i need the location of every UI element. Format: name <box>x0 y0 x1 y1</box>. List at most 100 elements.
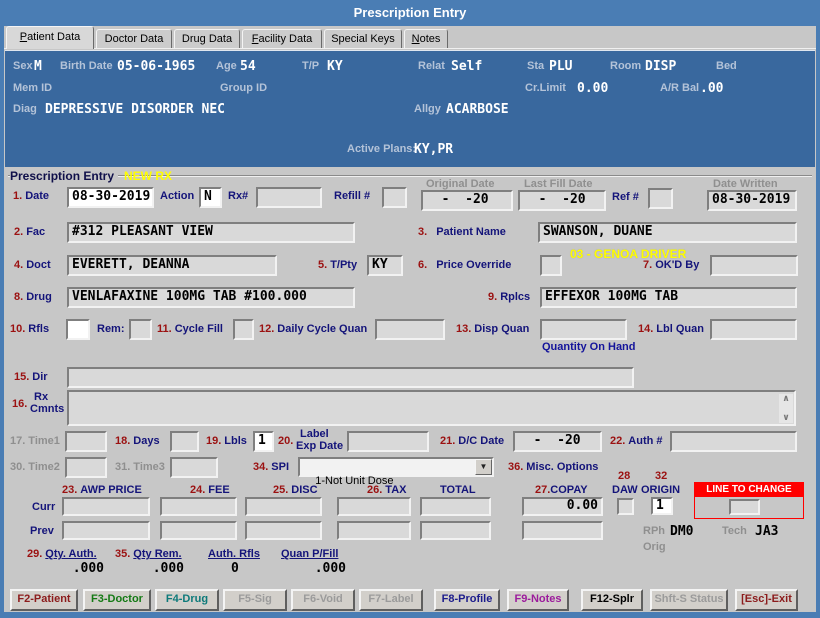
refill-label: Refill # <box>334 190 370 202</box>
ref-field[interactable] <box>648 188 673 209</box>
label-exp-date-line2: Exp Date <box>296 440 343 452</box>
disp-quan-field[interactable] <box>540 319 627 340</box>
mem-id-label: Mem ID <box>13 82 52 94</box>
drug-field[interactable]: VENLAFAXINE 100MG TAB #100.000 <box>67 287 355 308</box>
ar-bal-value: .00 <box>700 81 723 96</box>
dir-field[interactable] <box>67 367 634 388</box>
original-date-label: Original Date <box>426 178 494 190</box>
curr-fee-field[interactable] <box>160 497 237 516</box>
misc-options-label: 36.Misc. Options <box>508 461 598 473</box>
dir-label: 15.Dir <box>14 371 48 383</box>
days-field[interactable] <box>170 431 199 452</box>
curr-tax-field[interactable] <box>337 497 411 516</box>
cycle-fill-field[interactable] <box>233 319 254 340</box>
spi-dropdown[interactable]: 1-Not Unit Dose ▼ <box>298 457 494 477</box>
rx-number-label: Rx# <box>228 190 248 202</box>
date-field[interactable]: 08-30-2019 <box>67 187 154 208</box>
cr-limit-value: 0.00 <box>577 81 608 96</box>
fac-label: 2.Fac <box>14 226 45 238</box>
time3-field <box>170 457 218 478</box>
f12-splr-button[interactable]: F12-Splr <box>581 589 643 611</box>
prev-row-label: Prev <box>30 525 54 537</box>
price-override-field[interactable] <box>540 255 562 276</box>
f2-patient-button[interactable]: F2-Patient <box>10 589 78 611</box>
refill-field[interactable] <box>382 187 407 208</box>
qty-rem-value: .000 <box>138 561 184 576</box>
tp-value: KY <box>327 59 343 74</box>
window-border-bottom <box>0 612 820 618</box>
last-fill-date-label: Last Fill Date <box>524 178 592 190</box>
tab-strip-baseline <box>4 48 816 49</box>
tab-facility-data[interactable]: Facility Data <box>242 29 322 49</box>
relat-value: Self <box>451 59 482 74</box>
rph-label: RPh <box>643 525 665 537</box>
curr-awp-field[interactable] <box>62 497 150 516</box>
esc-exit-button[interactable]: [Esc]-Exit <box>735 589 798 611</box>
tpty-label: 5.T/Pty <box>318 259 357 271</box>
daily-cycle-quan-label: 12.Daily Cycle Quan <box>259 323 367 335</box>
sta-value: PLU <box>549 59 572 74</box>
auth-num-field[interactable] <box>670 431 797 452</box>
origin-header: ORIGIN <box>641 484 680 496</box>
tab-doctor-data[interactable]: Doctor Data <box>96 29 172 49</box>
okd-by-field[interactable] <box>710 255 798 276</box>
rx-cmnts-scrollbar[interactable]: ∧∨ <box>779 394 793 423</box>
rfls-field[interactable] <box>66 319 90 340</box>
label-exp-date-field[interactable] <box>347 431 429 452</box>
doct-field[interactable]: EVERETT, DEANNA <box>67 255 277 276</box>
tech-value: JA3 <box>755 524 778 539</box>
daily-cycle-quan-field[interactable] <box>375 319 445 340</box>
rplcs-field[interactable]: EFFEXOR 100MG TAB <box>540 287 797 308</box>
lbls-field[interactable]: 1 <box>253 431 274 452</box>
lbl-quan-label: 14.Lbl Quan <box>638 323 704 335</box>
f4-drug-button[interactable]: F4-Drug <box>155 589 219 611</box>
action-field[interactable]: N <box>199 187 222 208</box>
bed-label: Bed <box>716 60 737 72</box>
window-border-right <box>816 26 820 618</box>
f9-notes-button[interactable]: F9-Notes <box>507 589 569 611</box>
rfls-label: 10.Rfls <box>10 323 49 335</box>
curr-copay-field[interactable]: 0.00 <box>522 497 603 516</box>
room-value: DISP <box>645 59 676 74</box>
active-plans-value: KY,PR <box>414 142 453 157</box>
tab-patient-data[interactable]: Patient Data <box>6 26 94 49</box>
tab-special-keys[interactable]: Special Keys <box>324 29 402 49</box>
rx-number-field[interactable] <box>256 187 322 208</box>
age-label: Age <box>216 60 237 72</box>
ar-bal-label: A/R Bal <box>660 82 699 94</box>
rx-cmnts-label-line1: Rx <box>34 391 48 403</box>
rph-value: DM0 <box>670 524 693 539</box>
birth-date-label: Birth Date <box>60 60 113 72</box>
patient-name-field[interactable]: SWANSON, DUANE <box>538 222 797 243</box>
origin-field[interactable]: 1 <box>651 497 673 515</box>
lbl-quan-field[interactable] <box>710 319 797 340</box>
tp-label: T/P <box>302 60 319 72</box>
line-to-change-label: LINE TO CHANGE <box>695 483 803 497</box>
tpty-field[interactable]: KY <box>367 255 403 276</box>
daw-field[interactable] <box>617 498 634 515</box>
ref-label: Ref # <box>612 191 639 203</box>
dropdown-arrow-icon[interactable]: ▼ <box>475 459 492 475</box>
line-to-change-field[interactable] <box>729 499 760 515</box>
prev-disc-field <box>245 521 322 540</box>
disp-quan-label: 13.Disp Quan <box>456 323 529 335</box>
chevron-up-icon[interactable]: ∧ <box>779 394 793 404</box>
time1-field <box>65 431 107 452</box>
rx-cmnts-field[interactable] <box>67 390 796 426</box>
f3-doctor-button[interactable]: F3-Doctor <box>83 589 151 611</box>
rplcs-label: 9.Rplcs <box>488 291 530 303</box>
new-rx-flag: NEW RX <box>124 169 172 183</box>
fac-field[interactable]: #312 PLEASANT VIEW <box>67 222 355 243</box>
prev-copay-field <box>522 521 603 540</box>
f8-profile-button[interactable]: F8-Profile <box>434 589 500 611</box>
chevron-down-icon[interactable]: ∨ <box>779 413 793 423</box>
rem-field[interactable] <box>129 319 152 340</box>
tax-header: 26.TAX <box>367 484 406 496</box>
allgy-value: ACARBOSE <box>446 102 509 117</box>
curr-disc-field[interactable] <box>245 497 322 516</box>
daw-header: DAW <box>612 484 638 496</box>
tab-notes[interactable]: Notes <box>404 29 448 49</box>
tab-drug-data[interactable]: Drug Data <box>174 29 240 49</box>
dc-date-field[interactable]: - -20 <box>513 431 602 452</box>
awp-price-header: 23.AWP PRICE <box>62 484 142 496</box>
